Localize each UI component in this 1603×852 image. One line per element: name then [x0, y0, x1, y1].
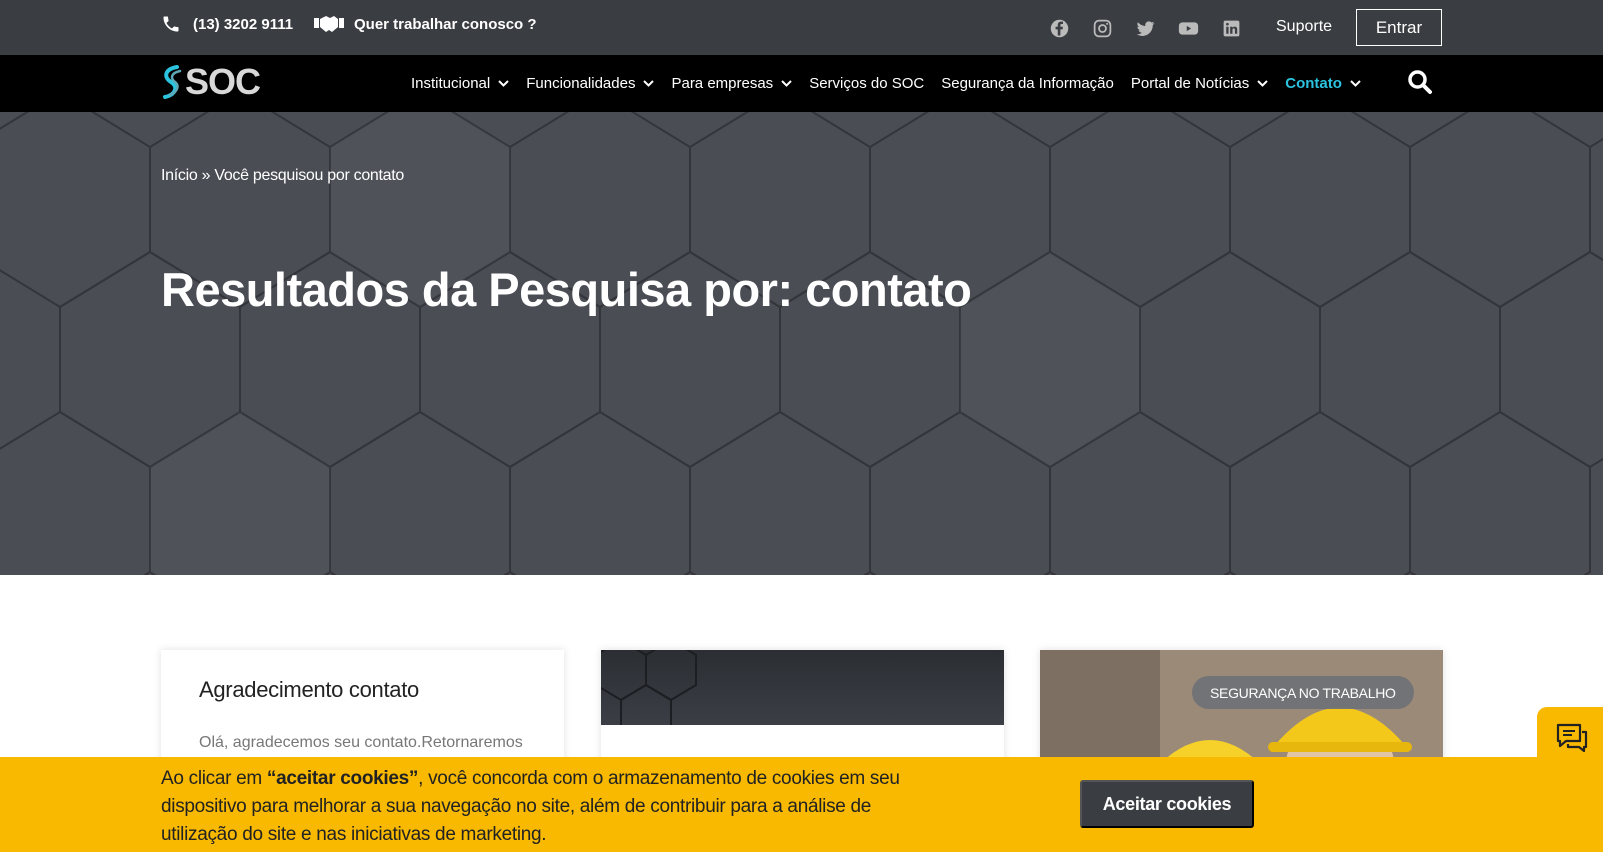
logo-wave-icon — [163, 65, 182, 99]
menu-item-funcionalidades[interactable]: Funcionalidades — [526, 75, 655, 92]
card-hexagon-pattern — [601, 650, 697, 747]
menu-item-label: Portal de Notícias — [1130, 75, 1250, 92]
chevron-down-icon — [1257, 80, 1268, 87]
twitter-icon[interactable] — [1135, 18, 1156, 39]
phone-icon — [163, 16, 179, 32]
menu-item-label: Contato — [1285, 75, 1342, 92]
breadcrumb-current: Você pesquisou por contato — [214, 167, 405, 184]
breadcrumb-separator: » — [197, 167, 215, 184]
linkedin-icon[interactable] — [1221, 18, 1242, 39]
card-title[interactable]: Agradecimento contato — [199, 677, 419, 703]
cookie-text-start: Ao clicar em — [161, 768, 267, 789]
menu-item-label: Para empresas — [671, 75, 774, 92]
chevron-down-icon — [1350, 80, 1361, 87]
jobs-label: Quer trabalhar conosco ? — [354, 15, 537, 33]
handshake-icon — [314, 16, 344, 32]
cookie-banner: Ao clicar em “aceitar cookies”, você con… — [0, 757, 1603, 852]
cookie-text-bold: “aceitar cookies” — [266, 768, 419, 789]
menu-item-para-empresas[interactable]: Para empresas — [671, 75, 792, 92]
search-hero: Início » Você pesquisou por contato Resu… — [0, 112, 1603, 575]
login-button[interactable]: Entrar — [1356, 9, 1442, 46]
chevron-down-icon — [643, 80, 655, 87]
jobs-link[interactable]: Quer trabalhar conosco ? — [314, 14, 537, 34]
menu-item-label: Segurança da Informação — [941, 75, 1114, 92]
category-badge[interactable]: SEGURANÇA NO TRABALHO — [1192, 676, 1414, 709]
search-icon[interactable] — [1407, 69, 1433, 95]
menu-item-contato[interactable]: Contato — [1285, 75, 1361, 92]
instagram-icon[interactable] — [1092, 18, 1113, 39]
chevron-down-icon — [781, 80, 792, 87]
page-title: Resultados da Pesquisa por: contato — [161, 263, 972, 316]
phone-contact[interactable]: (13) 3202 9111 — [161, 14, 293, 34]
chat-icon — [1556, 723, 1588, 753]
card-image[interactable] — [601, 650, 1004, 747]
cookie-message: Ao clicar em “aceitar cookies”, você con… — [161, 765, 901, 849]
soc-logo[interactable]: SOC — [161, 61, 261, 102]
main-navigation: SOC Institucional Funcionalidades Para e… — [0, 55, 1603, 112]
menu: Institucional Funcionalidades Para empre… — [411, 55, 1378, 112]
menu-item-label: Serviços do SOC — [809, 75, 925, 92]
menu-item-label: Funcionalidades — [526, 75, 636, 92]
social-links — [1049, 18, 1242, 39]
menu-item-seguranca[interactable]: Segurança da Informação — [941, 75, 1114, 92]
card-excerpt: Olá, agradecemos seu contato.Retornaremo… — [199, 734, 523, 751]
breadcrumb: Início » Você pesquisou por contato — [161, 167, 404, 185]
menu-item-servicos[interactable]: Serviços do SOC — [809, 75, 924, 92]
top-bar: (13) 3202 9111 Quer trabalhar conosco ? … — [0, 0, 1603, 55]
breadcrumb-home-link[interactable]: Início — [161, 167, 198, 184]
youtube-icon[interactable] — [1178, 18, 1199, 39]
menu-item-portal-noticias[interactable]: Portal de Notícias — [1131, 75, 1268, 92]
support-link[interactable]: Suporte — [1276, 18, 1332, 36]
phone-number: (13) 3202 9111 — [193, 15, 294, 33]
menu-item-label: Institucional — [411, 75, 491, 92]
logo-text: SOC — [185, 61, 261, 102]
chevron-down-icon — [498, 80, 509, 87]
menu-item-institucional[interactable]: Institucional — [411, 75, 509, 92]
accept-cookies-button[interactable]: Aceitar cookies — [1080, 780, 1254, 828]
facebook-icon[interactable] — [1049, 18, 1070, 39]
